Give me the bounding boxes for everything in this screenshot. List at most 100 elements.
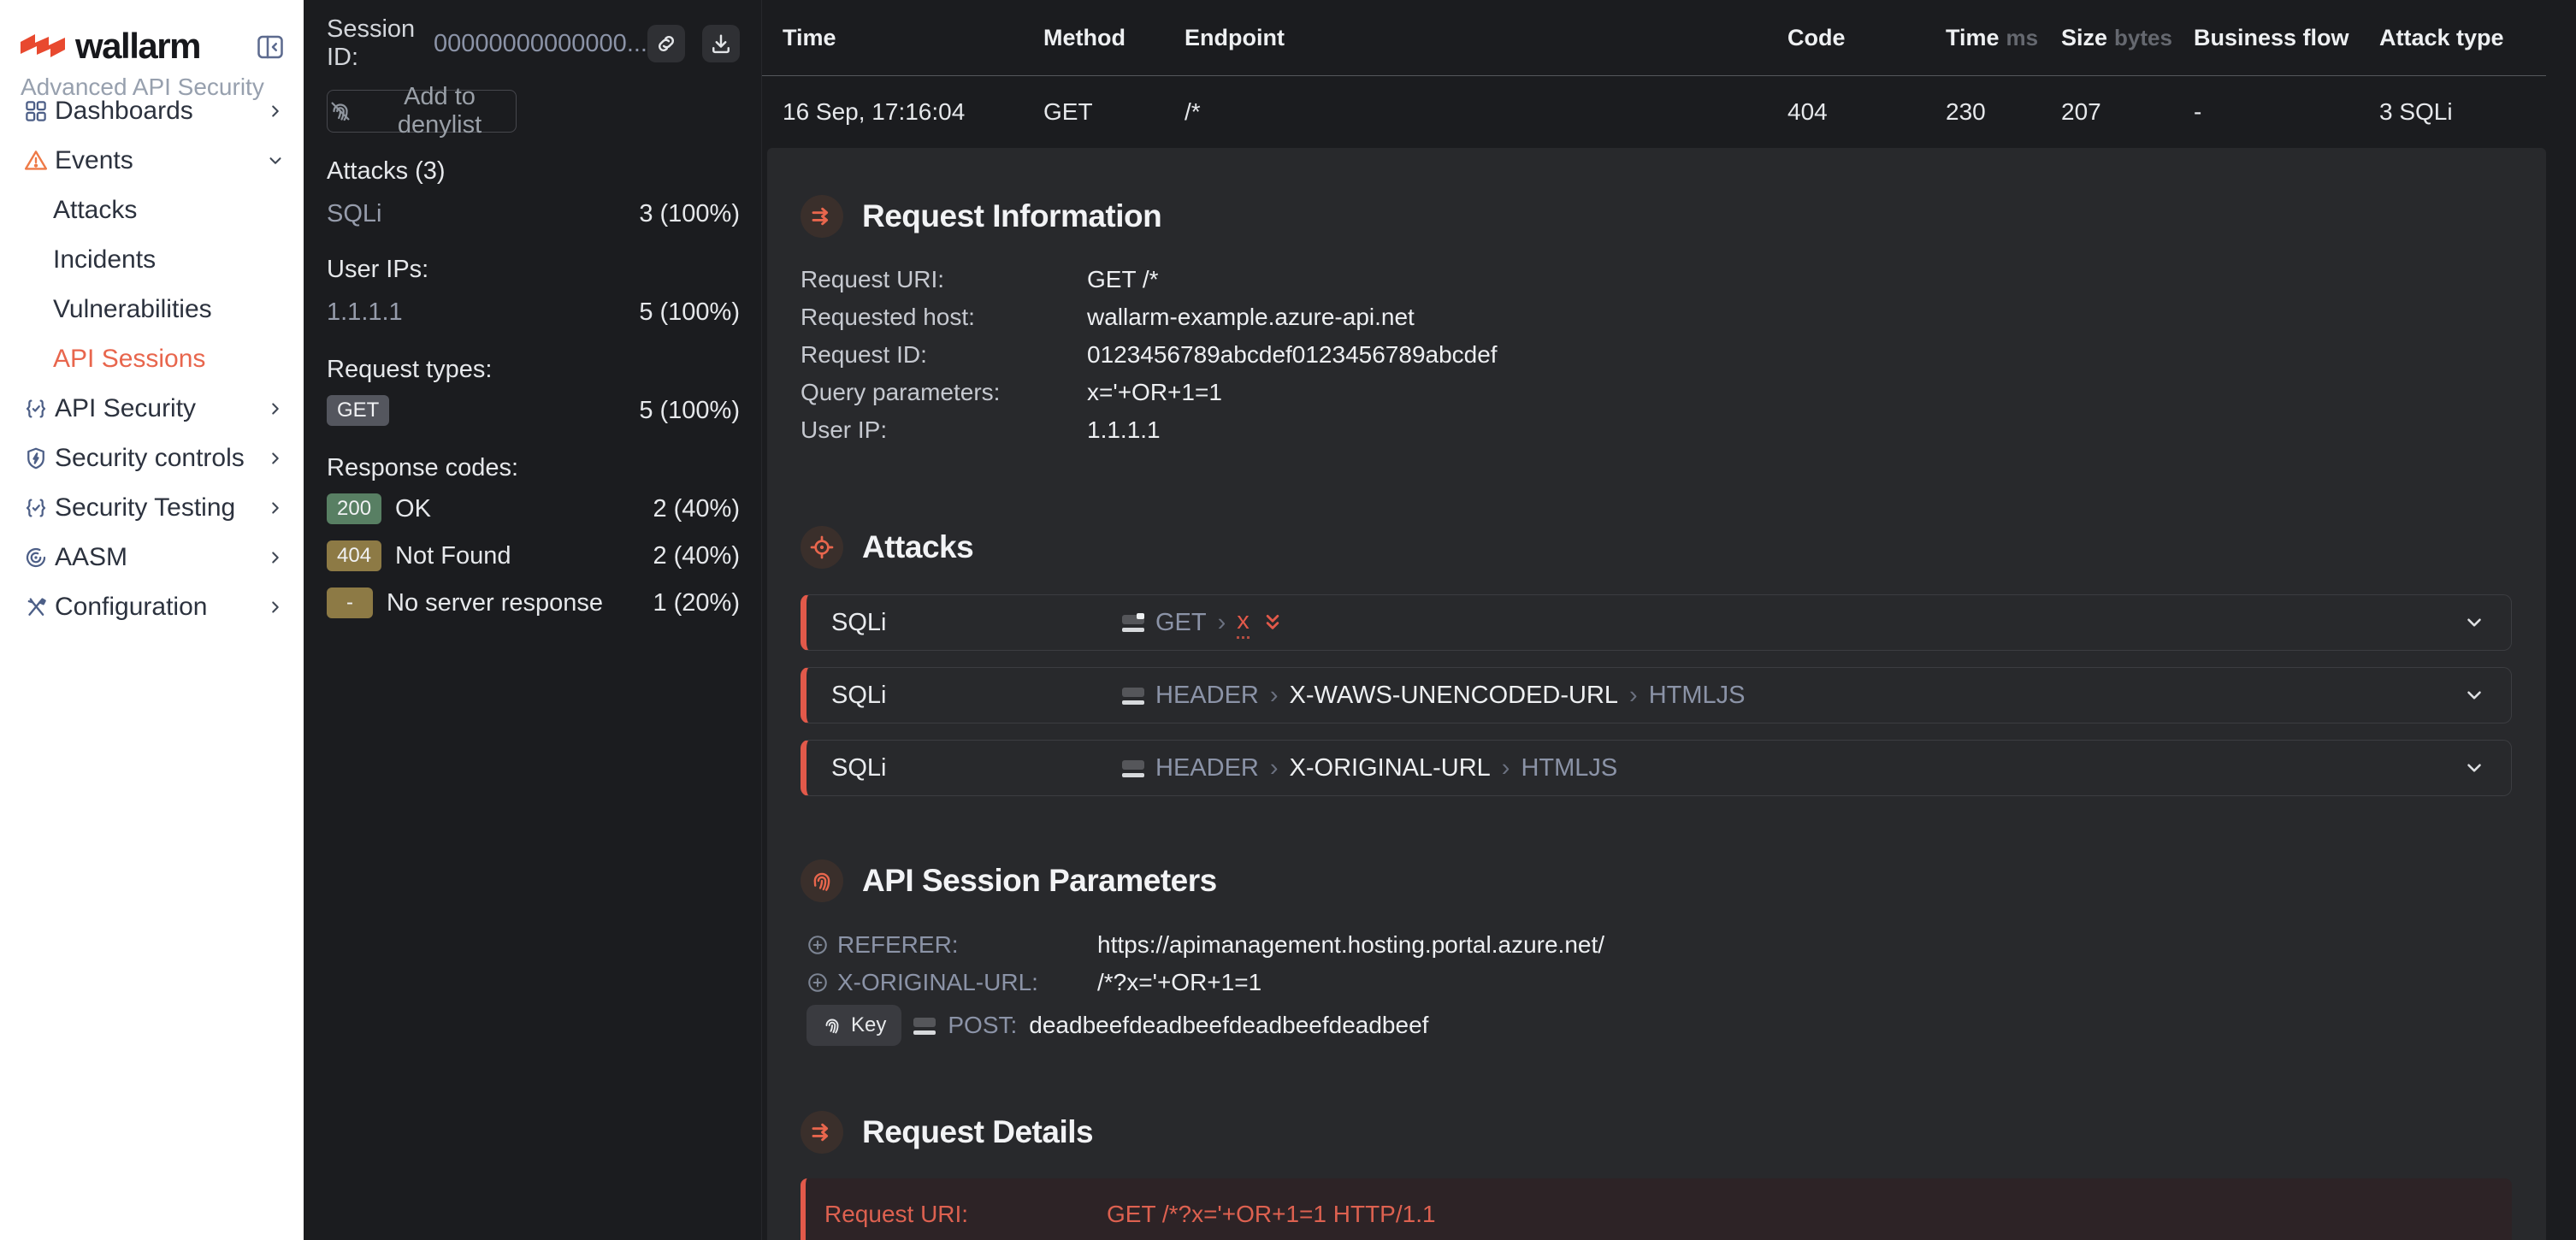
- key-badge: Key: [806, 1005, 901, 1046]
- session-id-label: Session ID:: [327, 15, 422, 72]
- double-arrow-right-icon: [801, 195, 843, 238]
- status-badge: -: [327, 588, 373, 618]
- brand-name: wallarm: [75, 26, 200, 67]
- fingerprint-icon: [801, 859, 843, 902]
- chevron-right-icon: [266, 598, 285, 617]
- sidebar-item-aasm[interactable]: AASM: [0, 533, 304, 582]
- stat-row[interactable]: 1.1.1.1 5 (100%): [327, 299, 740, 325]
- sidebar-item-attacks[interactable]: Attacks: [0, 186, 304, 235]
- response-codes-title: Response codes:: [327, 455, 740, 481]
- attack-point-encoding: HTMLJS: [1521, 754, 1617, 782]
- column-header-method: Method: [1043, 25, 1126, 50]
- cell-time: 16 Sep, 17:16:04: [783, 98, 1043, 126]
- field-value: GET /*?x='+OR+1=1 HTTP/1.1: [1107, 1201, 1436, 1228]
- stat-row[interactable]: GET 5 (100%): [327, 394, 740, 427]
- cell-code: 404: [1787, 98, 1946, 126]
- chevron-down-icon: [266, 151, 285, 170]
- sidebar-nav: Dashboards Events Attacks Incidents Vuln…: [0, 86, 304, 632]
- section-title: Attacks: [862, 529, 973, 565]
- target-rings-icon: [23, 545, 49, 570]
- sidebar-item-security-testing[interactable]: Security Testing: [0, 483, 304, 533]
- download-button[interactable]: [702, 25, 740, 62]
- chevron-right-icon: [266, 399, 285, 418]
- attack-point-param: X-ORIGINAL-URL: [1290, 754, 1491, 782]
- stat-value: 3 (100%): [639, 200, 740, 228]
- column-unit: ms: [2006, 25, 2039, 50]
- attack-row[interactable]: SQLi GET › x: [801, 594, 2512, 651]
- copy-link-button[interactable]: [647, 25, 685, 62]
- sidebar-collapse-icon[interactable]: [254, 31, 287, 63]
- field-label: Query parameters:: [801, 379, 1087, 406]
- attack-row[interactable]: SQLi HEADER › X-ORIGINAL-URL › HTMLJS: [801, 740, 2512, 796]
- cell-size: 207: [2061, 98, 2194, 126]
- chevron-down-icon[interactable]: [2463, 684, 2485, 706]
- double-arrow-right-icon: [801, 1111, 843, 1154]
- sidebar-item-vulnerabilities[interactable]: Vulnerabilities: [0, 285, 304, 334]
- cell-attack-type: 3 SQLi: [2379, 98, 2546, 126]
- request-information-header: Request Information: [801, 195, 2512, 238]
- chevron-right-icon: [266, 499, 285, 517]
- stack-icon: [1122, 759, 1144, 777]
- attack-type-label: SQLi: [831, 682, 1122, 710]
- stat-label: SQLi: [327, 200, 381, 228]
- attack-point-encoding: HTMLJS: [1649, 682, 1746, 710]
- cell-endpoint: /*: [1185, 98, 1787, 126]
- sidebar-item-configuration[interactable]: Configuration: [0, 582, 304, 632]
- method-badge: GET: [327, 395, 389, 426]
- param-value: /*?x='+OR+1=1: [1097, 969, 1261, 996]
- field-row: Request URI: GET /*: [801, 261, 2512, 298]
- grid-icon: [23, 98, 49, 124]
- sidebar-item-security-controls[interactable]: Security controls: [0, 434, 304, 483]
- sidebar-item-label: API Security: [55, 394, 196, 423]
- crosshair-icon: [801, 526, 843, 569]
- field-value: 0123456789abcdef0123456789abcdef: [1087, 341, 1498, 369]
- user-ips-title: User IPs:: [327, 257, 740, 282]
- stat-value: 1 (20%): [653, 589, 740, 617]
- chevron-right-icon: [266, 102, 285, 121]
- double-chevron-down-icon[interactable]: [1261, 611, 1285, 635]
- attack-point-param[interactable]: x: [1237, 607, 1250, 639]
- breadcrumb-separator: ›: [1629, 682, 1638, 710]
- attack-point-param: X-WAWS-UNENCODED-URL: [1290, 682, 1619, 710]
- sidebar-item-label: Security Testing: [55, 493, 235, 523]
- attack-point-source: HEADER: [1155, 754, 1259, 782]
- stat-row[interactable]: 200 OK 2 (40%): [327, 493, 740, 525]
- chevron-down-icon[interactable]: [2463, 611, 2485, 634]
- stack-chip-icon: [1122, 613, 1144, 632]
- cell-business-flow: -: [2194, 98, 2379, 126]
- column-header-code: Code: [1787, 25, 1846, 50]
- key-badge-label: Key: [851, 1013, 886, 1037]
- column-unit: bytes: [2114, 25, 2172, 50]
- add-to-denylist-button[interactable]: Add to denylist: [327, 90, 517, 133]
- stat-row[interactable]: SQLi 3 (100%): [327, 201, 740, 227]
- stat-row[interactable]: 404 Not Found 2 (40%): [327, 540, 740, 572]
- chevron-down-icon[interactable]: [2463, 757, 2485, 779]
- attack-row[interactable]: SQLi HEADER › X-WAWS-UNENCODED-URL › HTM…: [801, 667, 2512, 723]
- table-row[interactable]: 16 Sep, 17:16:04 GET /* 404 230 207 - 3 …: [762, 76, 2546, 148]
- request-detail-panel: Request Information Request URI: GET /* …: [767, 148, 2546, 1240]
- stat-value: 5 (100%): [639, 397, 740, 425]
- sidebar-item-dashboards[interactable]: Dashboards: [0, 86, 304, 136]
- stat-value: 2 (40%): [653, 495, 740, 523]
- session-summary-panel: Session ID: 00000000000000...: [304, 0, 762, 1240]
- stat-row[interactable]: - No server response 1 (20%): [327, 587, 740, 619]
- wallarm-logo-icon: [21, 32, 65, 61]
- sidebar-item-api-sessions[interactable]: API Sessions: [0, 334, 304, 384]
- field-label: Request URI:: [801, 266, 1087, 293]
- plus-circle-icon[interactable]: [806, 934, 829, 956]
- link-icon: [654, 32, 678, 56]
- stat-label: OK: [395, 495, 431, 523]
- plus-circle-icon[interactable]: [806, 971, 829, 994]
- section-title: API Session Parameters: [862, 863, 1217, 899]
- sidebar-item-incidents[interactable]: Incidents: [0, 235, 304, 285]
- sidebar-item-events[interactable]: Events: [0, 136, 304, 186]
- session-key-row: Key POST: deadbeefdeadbeefdeadbeefdeadbe…: [801, 1005, 2512, 1046]
- section-title: Request Information: [862, 198, 1161, 234]
- param-value: deadbeefdeadbeefdeadbeefdeadbeef: [1029, 1012, 1428, 1039]
- sidebar-item-label: Events: [55, 146, 133, 175]
- sidebar-item-api-security[interactable]: API Security: [0, 384, 304, 434]
- attacks-stat-title: Attacks (3): [327, 158, 740, 184]
- field-value: GET /*: [1087, 266, 1159, 293]
- column-header-time: Time: [783, 25, 836, 50]
- sidebar-item-label: API Sessions: [53, 345, 205, 374]
